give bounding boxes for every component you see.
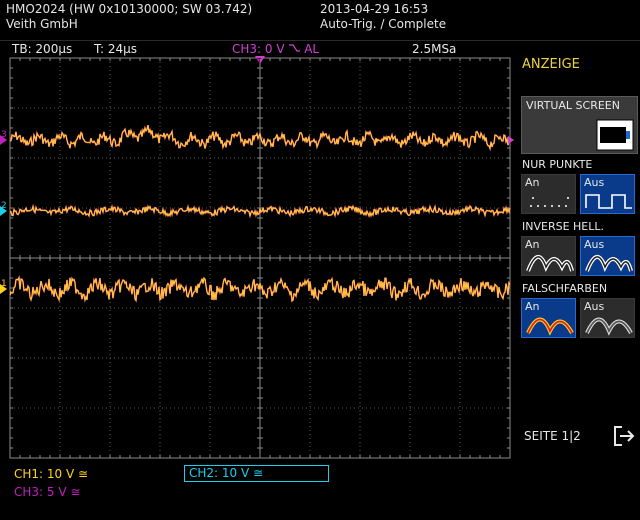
sample-rate: 2.5MSa xyxy=(412,42,457,56)
false-color-icon xyxy=(526,317,574,336)
virtual-screen-icon xyxy=(596,119,634,151)
waveform-display[interactable]: 1 2 3 T xyxy=(0,56,515,466)
virtual-screen-label: VIRTUAL SCREEN xyxy=(526,99,620,112)
ch2-marker-label: 2 xyxy=(1,201,7,211)
ch1-status[interactable]: CH1: 10 V ≅ xyxy=(14,467,88,481)
falling-edge-icon xyxy=(289,44,301,52)
menu-group-label: FALSCHFARBEN xyxy=(522,282,608,295)
timebase[interactable]: TB: 200µs xyxy=(12,42,72,56)
ch2-marker: 2 xyxy=(0,201,7,216)
option-aus[interactable]: Aus xyxy=(580,174,635,214)
option-aus[interactable]: Aus xyxy=(580,298,635,338)
instrument-model: HMO2024 (HW 0x10130000; SW 03.742) xyxy=(6,2,253,16)
trigger-position[interactable]: T: 24µs xyxy=(94,42,137,56)
inverse-intensity-icon xyxy=(526,255,574,273)
square-wave-icon xyxy=(585,194,632,209)
status-bar-divider xyxy=(0,40,640,41)
menu-group-label: INVERSE HELL. xyxy=(522,220,604,233)
virtual-screen-button[interactable]: VIRTUAL SCREEN xyxy=(521,96,638,154)
menu-group-label: NUR PUNKTE xyxy=(522,158,593,171)
option-an[interactable]: An xyxy=(521,174,576,214)
trigger-position-marker: T xyxy=(255,56,265,65)
datetime: 2013-04-29 16:53 xyxy=(320,2,429,16)
ch3-marker-label: 3 xyxy=(1,130,7,140)
vendor-name: Veith GmbH xyxy=(6,17,78,31)
ch3-marker: 3 xyxy=(0,130,7,145)
graticule xyxy=(9,57,511,459)
option-an[interactable]: An xyxy=(521,298,576,338)
ch2-status[interactable]: CH2: 10 V ≅ xyxy=(184,465,329,482)
trigger-marker-label: T xyxy=(256,57,262,65)
option-an[interactable]: An xyxy=(521,236,576,276)
option-aus[interactable]: Aus xyxy=(580,236,635,276)
trigger-coupling: AL xyxy=(304,42,320,56)
grayscale-icon xyxy=(585,317,633,336)
ch1-marker: 1 xyxy=(0,279,7,294)
page-indicator: SEITE 1|2 xyxy=(524,429,581,443)
dotted-waveform-icon xyxy=(530,197,569,207)
trigger-source[interactable]: CH3: 0 V AL xyxy=(232,42,319,56)
trigger-status: Auto-Trig. / Complete xyxy=(320,17,447,31)
normal-intensity-icon xyxy=(585,255,633,273)
trigger-level-marker xyxy=(508,136,514,144)
ch3-status[interactable]: CH3: 5 V ≅ xyxy=(14,485,80,499)
menu-title: ANZEIGE xyxy=(522,57,580,72)
ch1-marker-label: 1 xyxy=(1,279,7,289)
trigger-source-label: CH3: 0 V xyxy=(232,42,285,56)
exit-menu-icon[interactable] xyxy=(612,424,636,448)
